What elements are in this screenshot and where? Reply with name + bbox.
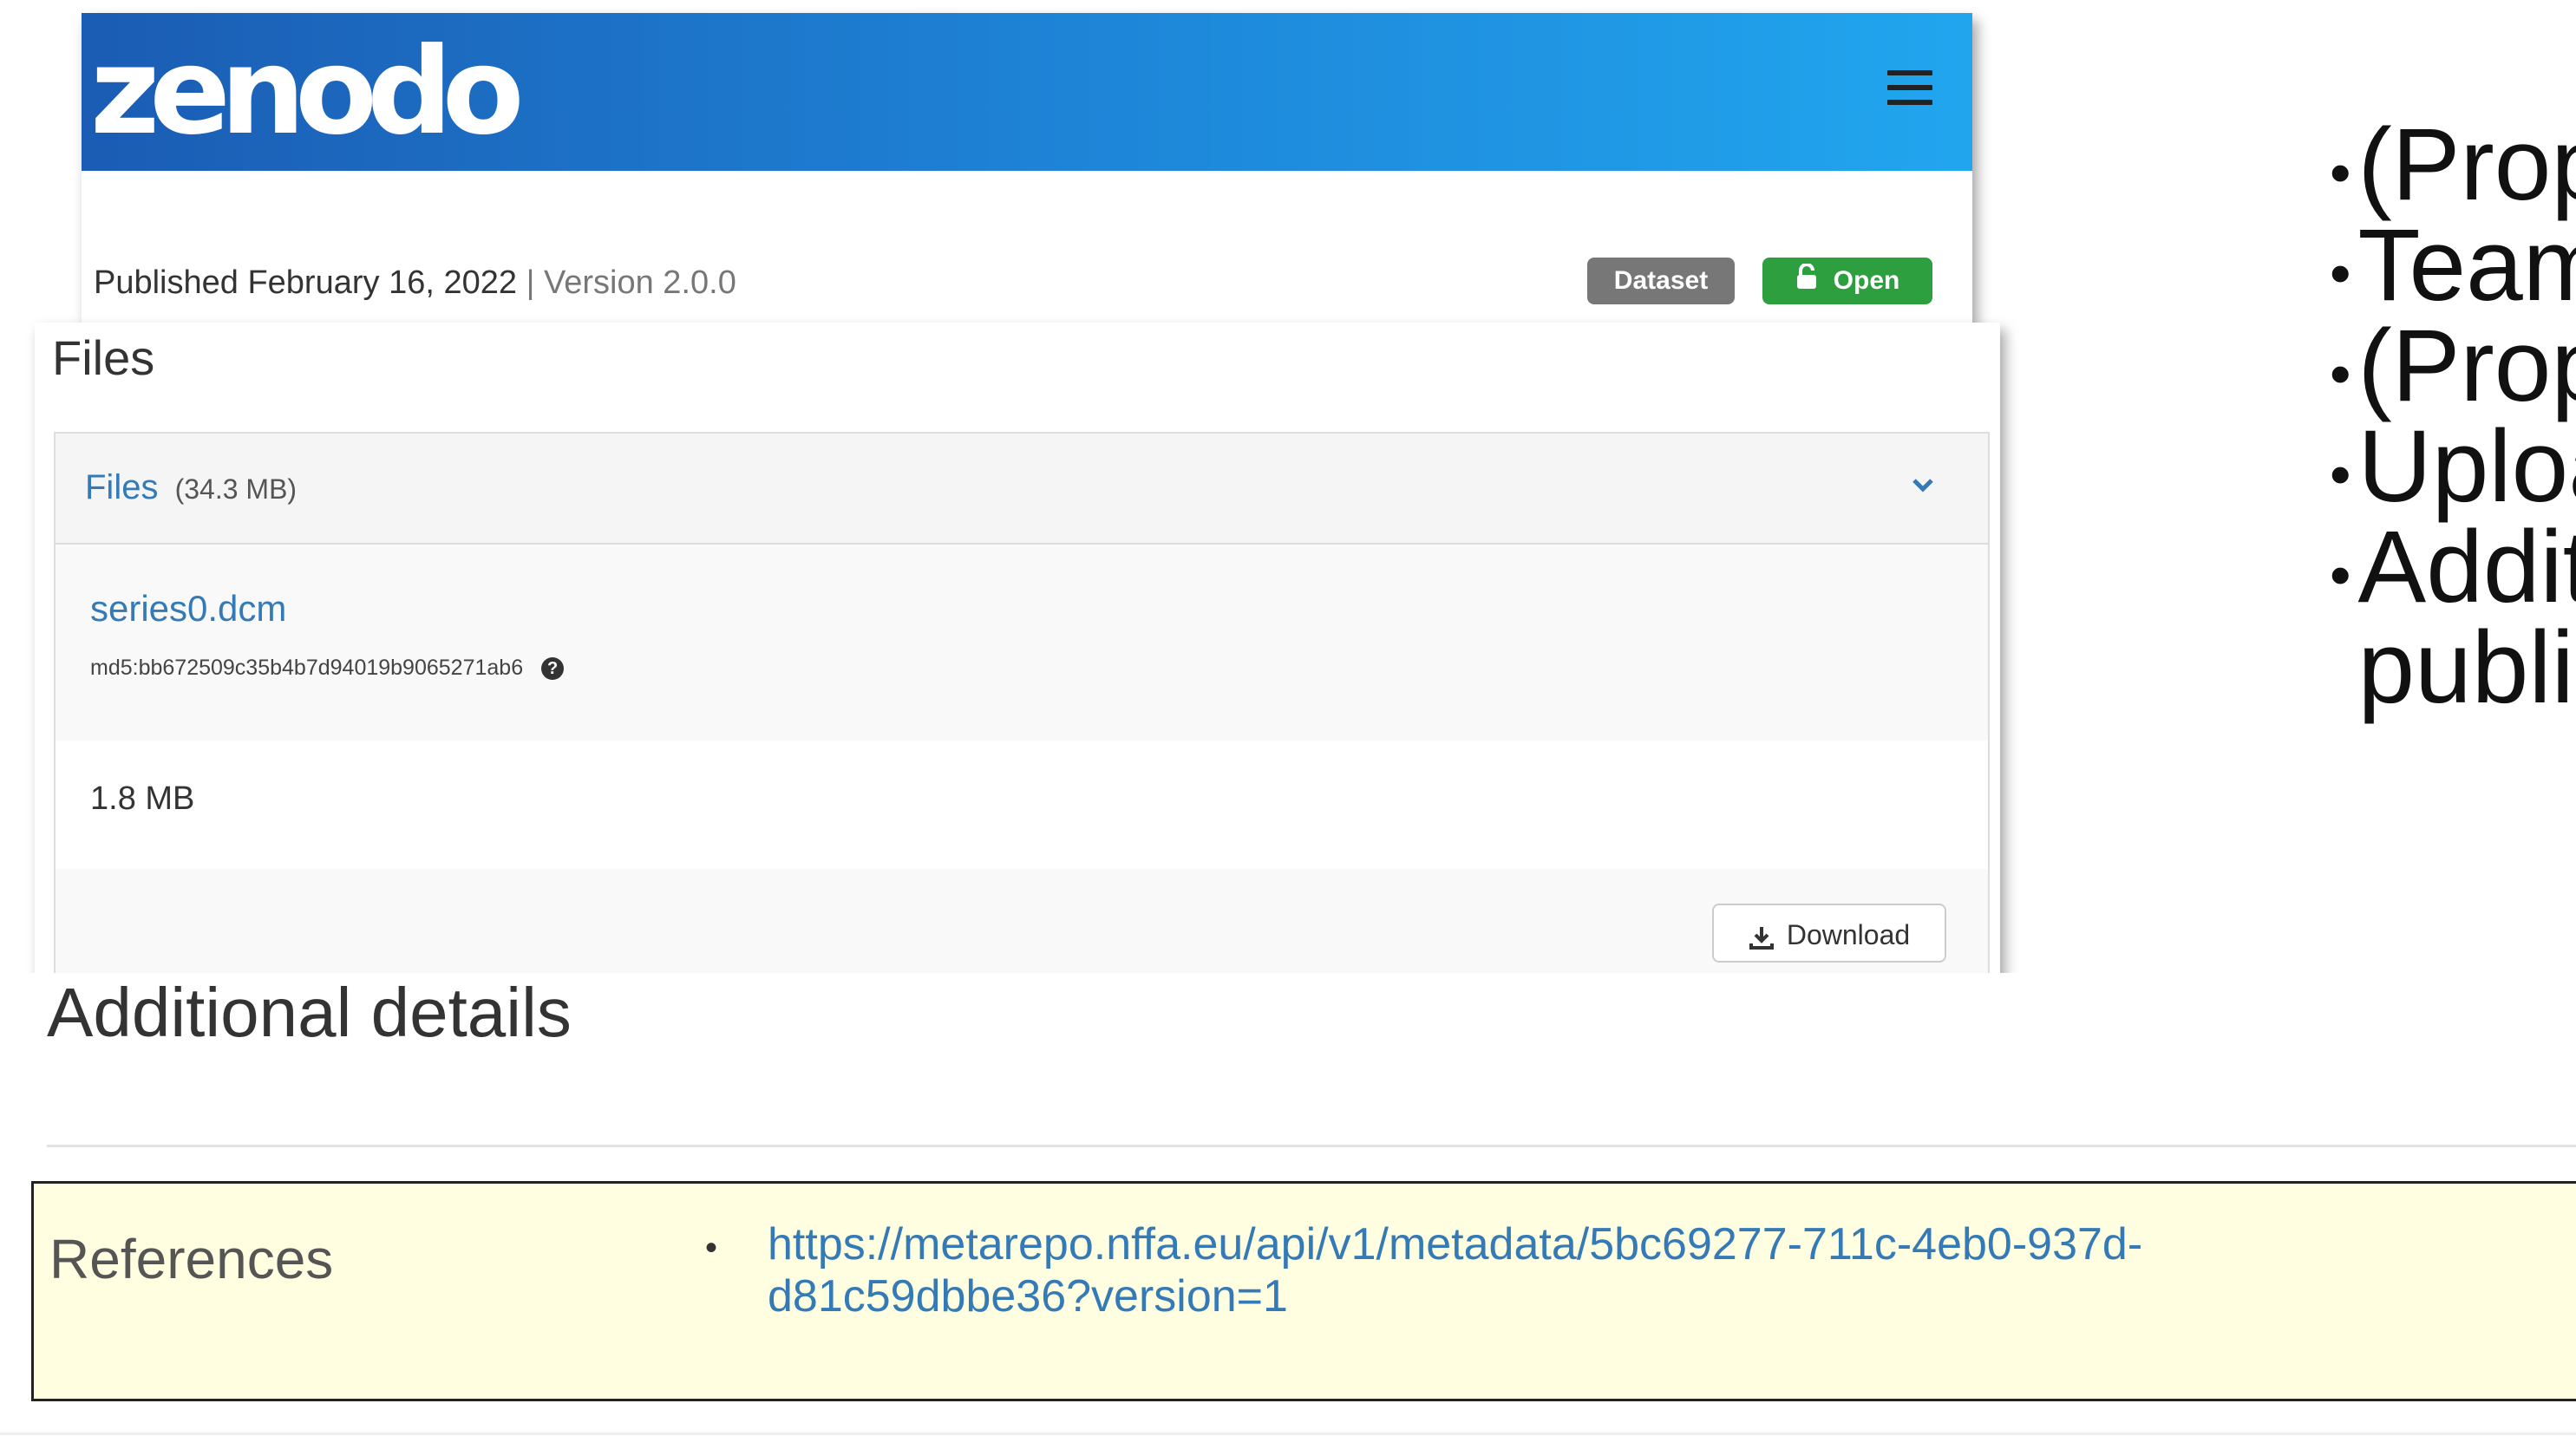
file-row: series0.dcm md5:bb672509c35b4b7d94019b90… [56,545,1988,741]
version-label: Version 2.0.0 [544,264,736,301]
download-icon [1749,926,1774,950]
files-panel-label[interactable]: Files [85,468,158,506]
md5-value: md5:bb672509c35b4b7d94019b9065271ab6 [90,656,524,680]
files-section: Files Files (34.3 MB) series0.dcm md5:bb… [35,323,2000,990]
zenodo-logo[interactable]: zenodo [90,13,525,171]
divider [0,1433,2576,1435]
download-label[interactable]: Download [1787,919,1910,950]
divider [47,1145,2576,1147]
files-panel-toggle[interactable]: Files (34.3 MB) [85,468,297,507]
open-access-label: Open [1833,266,1900,295]
files-panel: Files (34.3 MB) series0.dcm md5:bb672509… [54,432,1990,990]
file-size-row: 1.8 MB [56,741,1988,869]
files-heading: Files [52,330,155,385]
download-button[interactable]: Download [1712,904,1946,963]
chevron-down-icon[interactable] [1910,472,1936,498]
question-circle-icon[interactable]: ? [541,657,565,681]
files-panel-header[interactable]: Files (34.3 MB) [56,434,1988,545]
slide-bullet-continuation: •publi [2357,610,2574,725]
hamburger-menu-icon[interactable] [1887,70,1932,105]
separator: | [526,264,535,301]
files-total-size: (34.3 MB) [174,473,297,505]
publication-info: Published February 16, 2022 | Version 2.… [94,264,736,302]
zenodo-header-bar: zenodo [82,13,1972,171]
references-label: References [49,1228,334,1290]
published-date: Published February 16, 2022 [94,264,517,301]
lock-open-icon [1795,258,1818,305]
download-row: Download [56,869,1988,990]
file-name-link[interactable]: series0.dcm [90,588,286,630]
reference-link[interactable]: https://metarepo.nffa.eu/api/v1/metadata… [768,1218,2416,1322]
additional-details-section: Additional details References • https://… [0,973,2576,1436]
references-row: References • https://metarepo.nffa.eu/ap… [31,1181,2576,1401]
zenodo-record-card: zenodo Published February 16, 2022 | Ver… [82,13,1972,325]
open-access-badge: Open [1762,258,1932,304]
file-size: 1.8 MB [90,780,195,817]
dataset-badge: Dataset [1587,258,1735,304]
file-checksum: md5:bb672509c35b4b7d94019b9065271ab6 ? [90,656,565,681]
list-bullet: • [705,1229,718,1267]
additional-details-heading: Additional details [47,974,572,1051]
